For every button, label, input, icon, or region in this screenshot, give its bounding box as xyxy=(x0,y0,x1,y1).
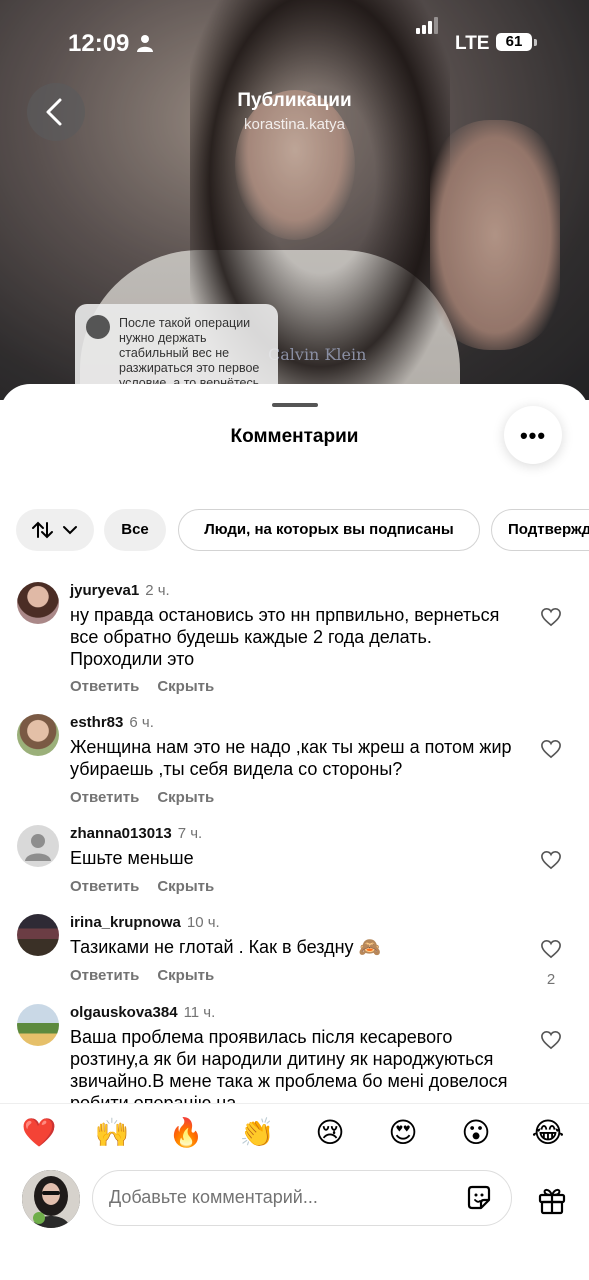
more-button[interactable]: ••• xyxy=(504,406,562,464)
heart-icon[interactable] xyxy=(540,1030,562,1050)
heart-icon[interactable] xyxy=(540,607,562,627)
comment-username[interactable]: zhanna013013 7 ч. xyxy=(70,825,202,842)
emoji-raised-hands[interactable]: 🙌 xyxy=(92,1116,132,1149)
avatar[interactable] xyxy=(17,582,59,624)
emoji-surprised[interactable]: 😮 xyxy=(456,1116,496,1149)
drag-handle[interactable] xyxy=(272,403,318,407)
avatar[interactable] xyxy=(17,825,59,867)
chip-all[interactable]: Все xyxy=(104,509,166,551)
battery-tip xyxy=(534,39,537,46)
default-avatar-icon xyxy=(25,834,51,861)
comment-username[interactable]: jyuryeva1 2 ч. xyxy=(70,582,170,599)
comment-text: Ваша проблема проявилась після кесаревог… xyxy=(70,1027,508,1103)
reply-button[interactable]: Ответить xyxy=(70,789,139,806)
network-label: LTE xyxy=(455,33,490,54)
heart-icon[interactable] xyxy=(540,850,562,870)
comment-actions: Ответить Скрыть xyxy=(70,967,232,984)
hide-button[interactable]: Скрыть xyxy=(157,878,214,895)
bubble-text: После такой операции нужно держать стаби… xyxy=(119,316,260,390)
sheet-title: Комментарии xyxy=(230,426,359,447)
comment-text: Тазиками не глотай . Как в бездну 🙈 xyxy=(70,937,381,957)
shirt-brand-logo: Calvin Klein xyxy=(268,345,367,364)
emoji-quick-bar: ❤️ 🙌 🔥 👏 😢 😍 😮 😂 xyxy=(0,1103,589,1166)
emoji-fire[interactable]: 🔥 xyxy=(166,1116,206,1149)
sticker-icon[interactable] xyxy=(465,1184,493,1212)
my-avatar[interactable] xyxy=(22,1170,80,1228)
comment-text: Женщина нам это не надо ,как ты жреш а п… xyxy=(70,737,512,779)
hide-button[interactable]: Скрыть xyxy=(157,967,214,984)
comment-time: 6 ч. xyxy=(129,714,154,731)
comment-input-placeholder: Добавьте комментарий... xyxy=(109,1187,318,1207)
emoji-laughing[interactable]: 😂 xyxy=(528,1116,568,1149)
comment-text: ну правда остановись это нн прпвильно, в… xyxy=(70,605,500,669)
person-icon xyxy=(137,35,153,52)
like-count: 2 xyxy=(546,971,556,988)
comment-time: 10 ч. xyxy=(186,914,220,931)
bubble-avatar xyxy=(86,315,110,339)
avatar[interactable] xyxy=(17,1004,59,1046)
status-time: 12:09 xyxy=(68,30,130,57)
battery-level: 61 xyxy=(505,33,523,50)
hide-button[interactable]: Скрыть xyxy=(157,789,214,806)
filter-chips: Все Люди, на которых вы подписаны Подтве… xyxy=(0,509,589,551)
emoji-crying[interactable]: 😢 xyxy=(310,1116,350,1149)
heart-icon[interactable] xyxy=(540,939,562,959)
comment-actions: Ответить Скрыть xyxy=(70,789,232,806)
reply-button[interactable]: Ответить xyxy=(70,878,139,895)
comment-time: 7 ч. xyxy=(177,825,203,842)
gift-icon[interactable] xyxy=(537,1185,567,1215)
comment-username[interactable]: olgauskova384 11 ч. xyxy=(70,1004,215,1021)
status-bar: 12:09 LTE 61 xyxy=(0,17,589,60)
comment-username[interactable]: esthr83 6 ч. xyxy=(70,714,154,731)
comment-username[interactable]: irina_krupnowa 10 ч. xyxy=(70,914,220,931)
emoji-heart-eyes[interactable]: 😍 xyxy=(383,1116,423,1149)
emoji-heart[interactable]: ❤️ xyxy=(19,1116,59,1149)
comment-composer: Добавьте комментарий... xyxy=(0,1165,589,1280)
emoji-clap[interactable]: 👏 xyxy=(237,1116,277,1149)
page-title: Публикации xyxy=(237,90,352,111)
reply-button[interactable]: Ответить xyxy=(70,967,139,984)
avatar[interactable] xyxy=(17,914,59,956)
comment-item: olgauskova384 11 ч. Ваша проблема проявил… xyxy=(0,1004,589,1103)
comment-input[interactable]: Добавьте комментарий... xyxy=(92,1170,512,1226)
comment-text: Ешьте меньше xyxy=(70,848,194,868)
page-subtitle[interactable]: korastina.katya xyxy=(0,116,589,133)
comment-actions: Ответить Скрыть xyxy=(70,678,232,695)
my-avatar-image xyxy=(22,1170,80,1228)
reply-button[interactable]: Ответить xyxy=(70,678,139,695)
chip-verified[interactable]: Подтвержд xyxy=(491,509,589,551)
chip-following[interactable]: Люди, на которых вы подписаны xyxy=(178,509,480,551)
avatar[interactable] xyxy=(17,714,59,756)
battery-icon: 61 xyxy=(496,33,532,51)
more-icon: ••• xyxy=(519,423,547,448)
hide-button[interactable]: Скрыть xyxy=(157,678,214,695)
comment-time: 2 ч. xyxy=(145,582,170,599)
comment-actions: Ответить Скрыть xyxy=(70,878,232,895)
comment-time: 11 ч. xyxy=(183,1004,216,1021)
sort-arrows-icon xyxy=(32,521,77,539)
heart-icon[interactable] xyxy=(540,739,562,759)
sort-button[interactable] xyxy=(16,509,94,551)
